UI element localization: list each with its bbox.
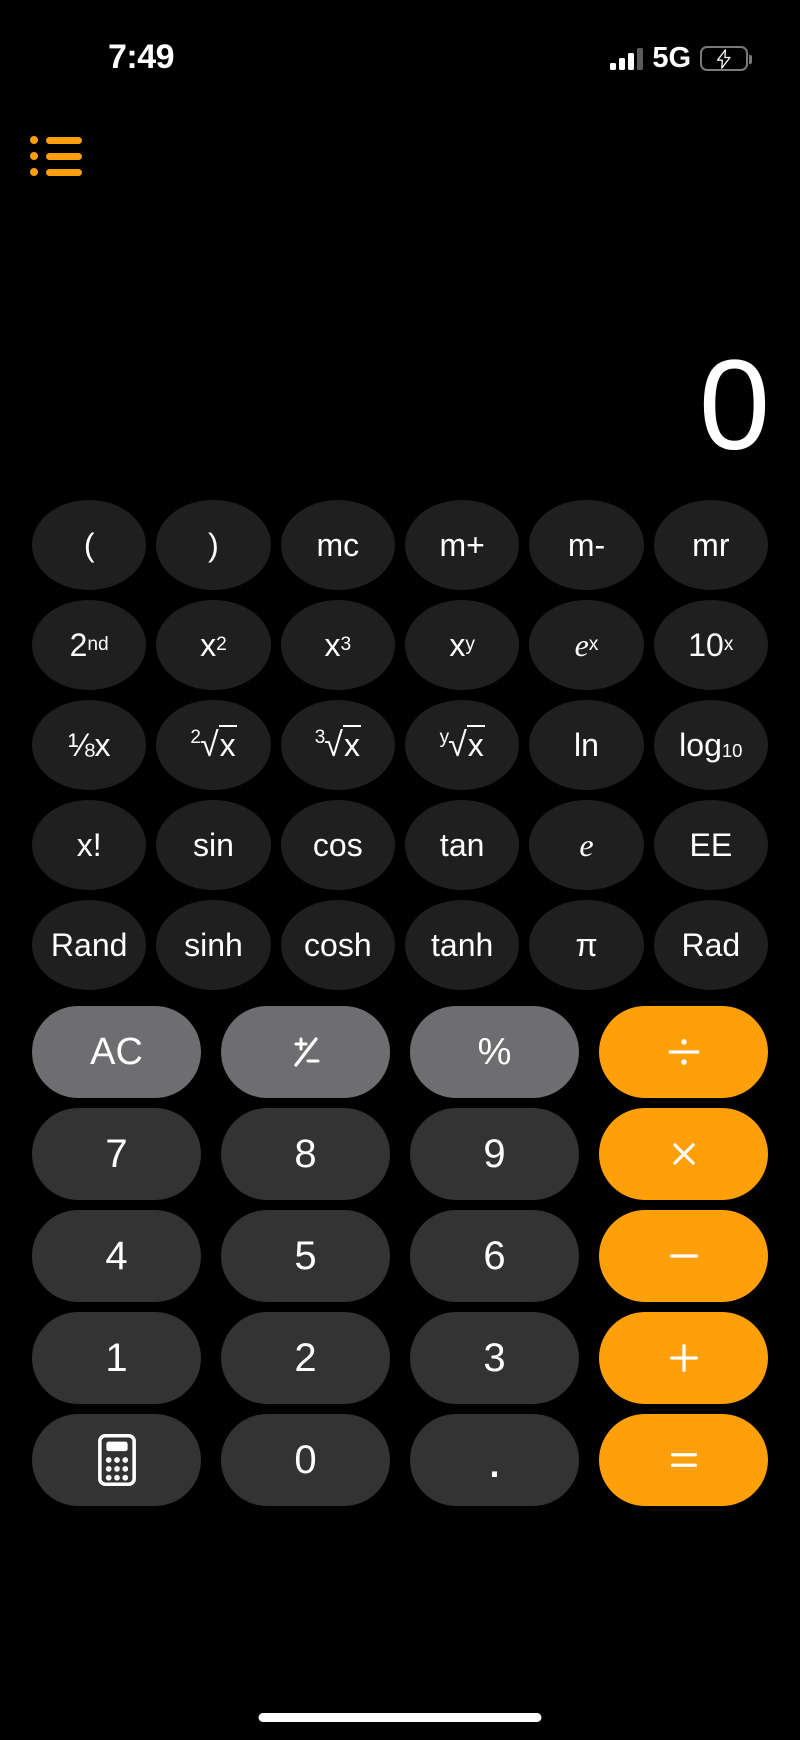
exponent-entry-button[interactable]: EE [653,800,768,890]
tangent-button[interactable]: tan [405,800,520,890]
euler-number-button[interactable]: e [529,800,644,890]
x-cubed-button[interactable]: x3 [280,600,395,690]
scientific-row-3: ⅛x 2 √x 3 √x y √x ln log 10 [0,700,800,790]
divide-button[interactable] [599,1006,768,1098]
cosine-button[interactable]: cos [280,800,395,890]
all-clear-button[interactable]: AC [32,1006,201,1098]
digit-8-button[interactable]: 8 [221,1108,390,1200]
scientific-row-5: Rand sinh cosh tanh π Rad [0,900,800,990]
keypad-row-3: 4 5 6 [0,1210,800,1302]
random-button[interactable]: Rand [32,900,147,990]
battery-charging-icon [700,46,752,71]
memory-clear-button[interactable]: mc [280,500,395,590]
subtract-button[interactable] [599,1210,768,1302]
calculator-app-screen: 7:49 5G 0 ( ) mc m+ m- mr 2 nd x 2 x 3 x… [0,0,800,1740]
calculator-display[interactable]: 0 [0,300,770,477]
e-to-the-x-button[interactable]: ex [529,600,644,690]
multiply-button[interactable] [599,1108,768,1200]
memory-add-button[interactable]: m+ [405,500,520,590]
plus-minus-button[interactable] [221,1006,390,1098]
natural-log-button[interactable]: ln [529,700,644,790]
pi-button[interactable]: π [529,900,644,990]
digit-7-button[interactable]: 7 [32,1108,201,1200]
cube-root-button[interactable]: 3 √x [280,700,395,790]
memory-recall-button[interactable]: mr [653,500,768,590]
digit-0-button[interactable]: 0 [221,1414,390,1506]
digit-3-button[interactable]: 3 [410,1312,579,1404]
x-to-the-y-button[interactable]: xy [405,600,520,690]
add-button[interactable] [599,1312,768,1404]
factorial-button[interactable]: x! [32,800,147,890]
status-indicators: 5G [610,42,752,75]
home-indicator[interactable] [258,1713,542,1722]
percent-button[interactable]: % [410,1006,579,1098]
scientific-row-1: ( ) mc m+ m- mr [0,500,800,590]
multiply-icon [672,1143,695,1165]
ten-to-the-x-button[interactable]: 10 x [653,600,768,690]
digit-2-button[interactable]: 2 [221,1312,390,1404]
scientific-row-4: x! sin cos tan e EE [0,800,800,890]
close-paren-button[interactable]: ) [156,500,271,590]
decimal-point-button[interactable]: . [410,1414,579,1506]
nth-root-button[interactable]: y √x [405,700,520,790]
hyperbolic-sine-button[interactable]: sinh [156,900,271,990]
sine-button[interactable]: sin [156,800,271,890]
equals-icon [670,1453,697,1467]
second-function-button[interactable]: 2nd [32,600,147,690]
equals-button[interactable] [599,1414,768,1506]
keypad-row-2: 7 8 9 [0,1108,800,1200]
digit-1-button[interactable]: 1 [32,1312,201,1404]
square-root-button[interactable]: 2 √x [156,700,271,790]
reciprocal-button[interactable]: ⅛x [32,700,147,790]
list-bullet-icon[interactable] [30,136,86,184]
keypad-row-1: AC % [0,1006,800,1098]
open-paren-button[interactable]: ( [32,500,147,590]
digit-6-button[interactable]: 6 [410,1210,579,1302]
digit-9-button[interactable]: 9 [410,1108,579,1200]
digit-5-button[interactable]: 5 [221,1210,390,1302]
plus-icon [669,1344,698,1372]
calculator-icon [97,1434,136,1486]
memory-subtract-button[interactable]: m- [529,500,644,590]
x-squared-button[interactable]: x2 [156,600,271,690]
keypad: ( ) mc m+ m- mr 2nd x2 x3 xy ex 10 x ⅛x 2… [0,500,800,1516]
divide-icon [668,1039,699,1065]
status-time: 7:49 [108,38,175,76]
plus-minus-icon [283,1029,329,1075]
keypad-row-5: 0 . [0,1414,800,1506]
hyperbolic-cosine-button[interactable]: cosh [280,900,395,990]
hyperbolic-tangent-button[interactable]: tanh [405,900,520,990]
network-type-label: 5G [652,42,691,74]
radians-toggle-button[interactable]: Rad [653,900,768,990]
status-bar: 7:49 5G [0,0,800,110]
calculator-mode-button[interactable] [32,1414,201,1506]
keypad-row-4: 1 2 3 [0,1312,800,1404]
minus-icon [669,1254,698,1258]
display-value: 0 [698,334,770,477]
signal-bars-icon [610,47,644,70]
log-base-10-button[interactable]: log 10 [653,700,768,790]
digit-4-button[interactable]: 4 [32,1210,201,1302]
scientific-row-2: 2nd x2 x3 xy ex 10 x [0,600,800,690]
